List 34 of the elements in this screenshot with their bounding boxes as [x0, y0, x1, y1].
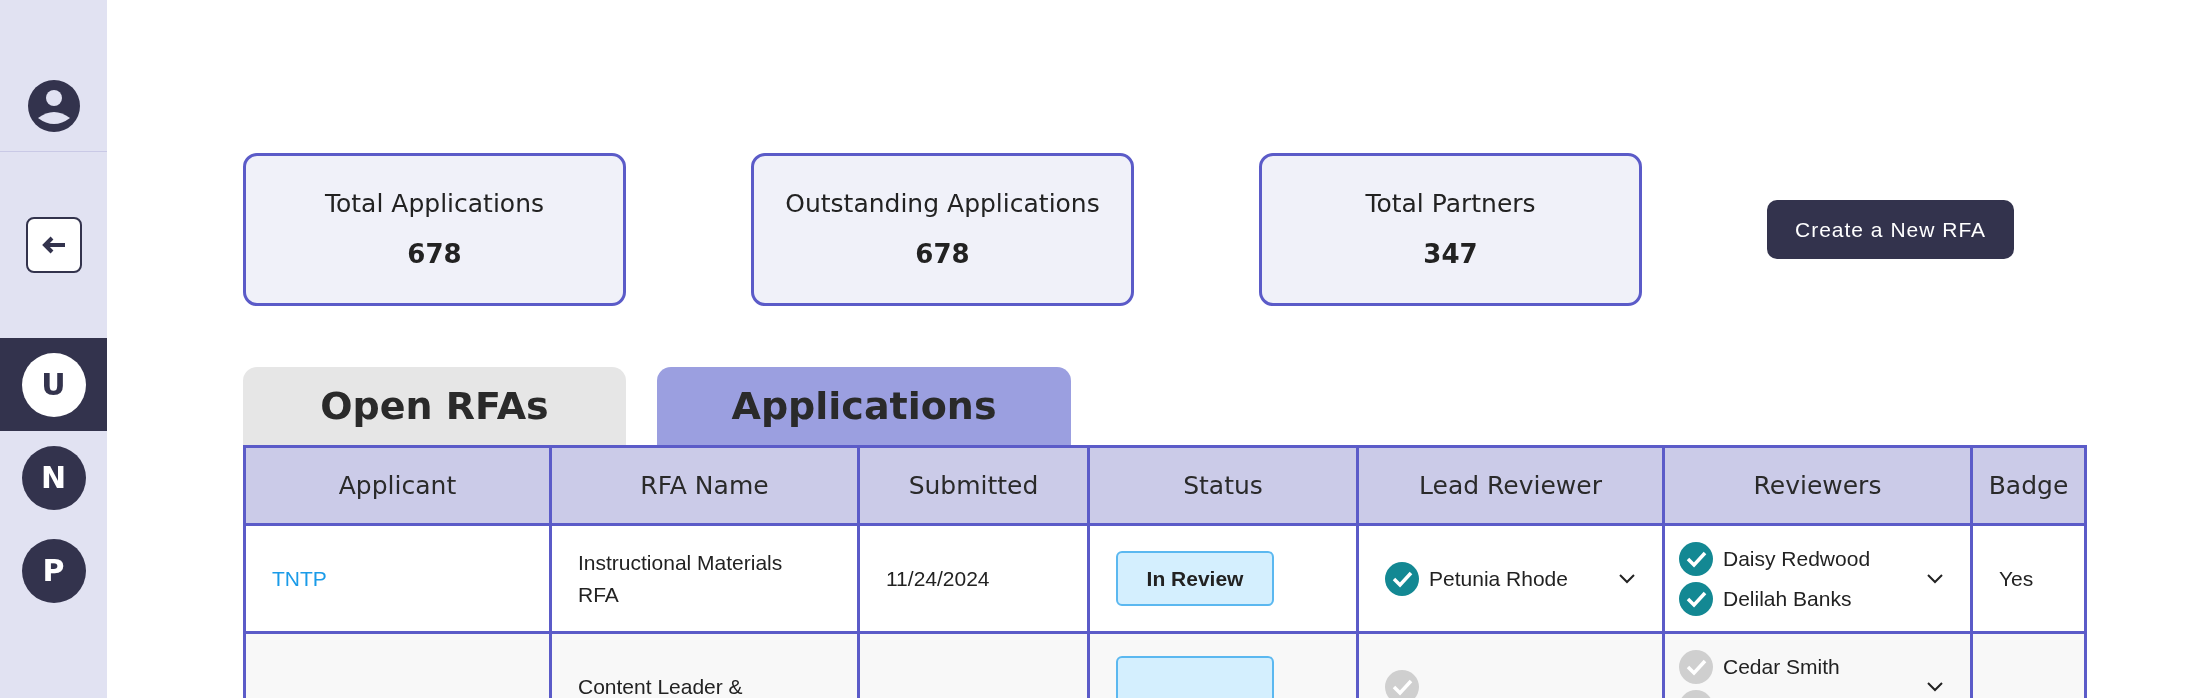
- column-header: Status: [1088, 446, 1358, 525]
- stat-value: 678: [407, 237, 462, 271]
- column-header: Badge: [1971, 446, 2086, 525]
- reviewer-name: Daisy Redwood: [1723, 545, 1871, 572]
- column-header: RFA Name: [550, 446, 859, 525]
- arrow-left-icon: [40, 235, 67, 255]
- stat-value: 347: [1423, 237, 1478, 271]
- submitted-date: 11/24/2024: [886, 566, 990, 590]
- nav-avatar[interactable]: P: [21, 538, 86, 603]
- tab[interactable]: Open RFAs: [243, 367, 626, 445]
- column-header: Submitted: [858, 446, 1089, 525]
- column-header: Reviewers: [1663, 446, 1972, 525]
- rfa-name: Instructional Materials RFA: [578, 551, 783, 606]
- create-button[interactable]: Create a New RFA: [1767, 199, 2015, 260]
- chevron-icon[interactable]: [1926, 680, 1944, 693]
- status-badge: In Review: [1116, 550, 1274, 607]
- stat-title: Total Partners: [1365, 188, 1536, 221]
- stat-title: Outstanding Applications: [785, 188, 1100, 221]
- stat-value: 678: [915, 237, 970, 271]
- chevron-icon[interactable]: [1618, 572, 1636, 585]
- column-header: Applicant: [244, 446, 551, 525]
- reviewer-name: Petunia Rhode: [1429, 565, 1568, 592]
- back-button[interactable]: [25, 217, 82, 273]
- reviewer-name: Cedar Smith: [1723, 653, 1840, 680]
- badge-value: Yes: [1999, 566, 2034, 590]
- nav-avatar[interactable]: U: [21, 352, 86, 417]
- nav-avatar[interactable]: N: [21, 445, 86, 510]
- stat-title: Total Applications: [324, 188, 544, 221]
- profile-icon[interactable]: [27, 80, 80, 132]
- reviewer-name: Delilah Banks: [1723, 585, 1852, 612]
- rfa-name: Content Leader &: [578, 674, 743, 698]
- column-header: Lead Reviewer: [1357, 446, 1664, 525]
- tab[interactable]: Applications: [657, 367, 1071, 445]
- chevron-icon[interactable]: [1926, 572, 1944, 585]
